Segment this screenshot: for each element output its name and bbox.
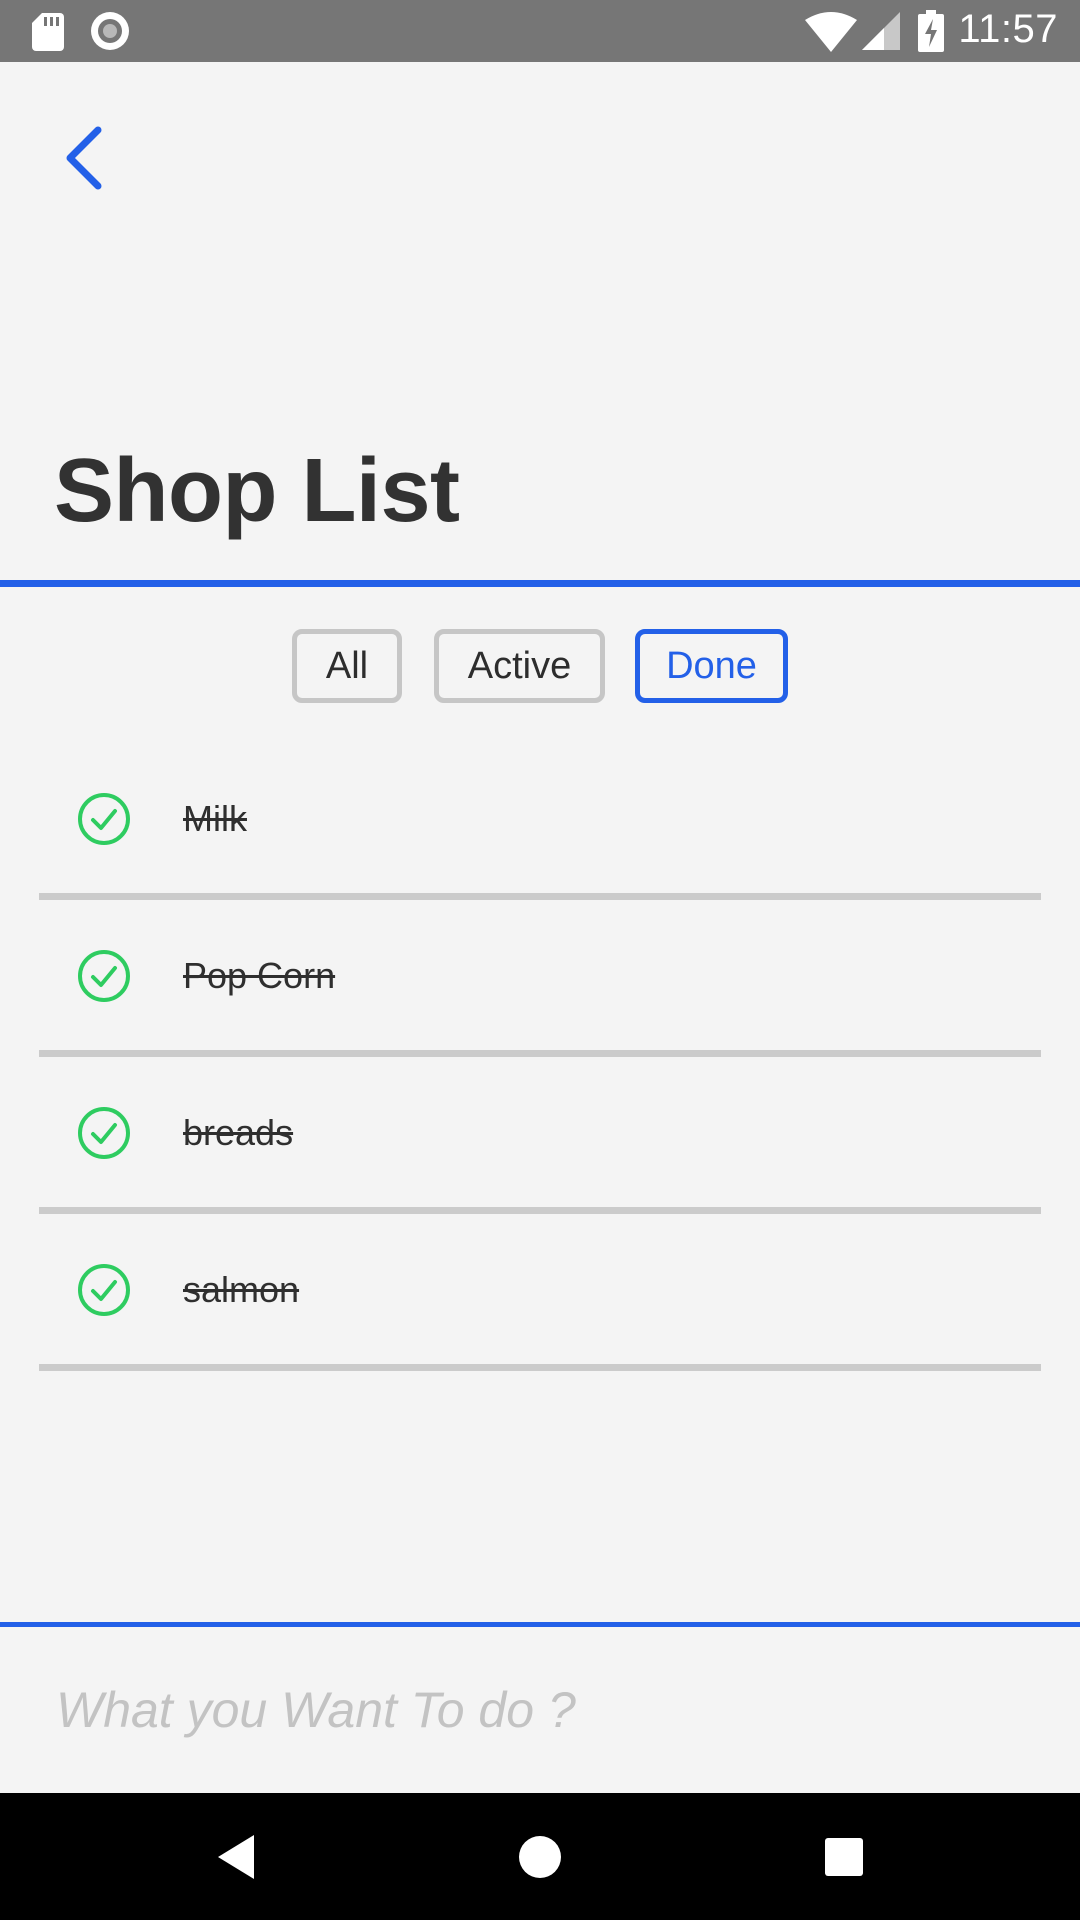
check-circle-icon[interactable] (77, 792, 131, 846)
item-label: Pop Corn (183, 955, 336, 996)
check-circle-icon[interactable] (77, 949, 131, 1003)
signal-icon (862, 12, 900, 50)
item-divider (39, 893, 1041, 900)
item-divider (39, 1050, 1041, 1057)
status-time: 11:57 (958, 7, 1058, 51)
item-label: Milk (183, 798, 247, 839)
list-item[interactable]: breads (0, 1057, 1080, 1214)
new-todo-input[interactable] (0, 1627, 1080, 1793)
filter-active-button[interactable]: Active (434, 629, 605, 703)
nav-back-icon (218, 1834, 254, 1879)
nav-recents-icon (825, 1837, 863, 1876)
nav-back-button[interactable] (176, 1793, 296, 1920)
record-icon (91, 12, 129, 50)
title-divider (0, 580, 1080, 587)
nav-home-icon (519, 1835, 561, 1878)
sd-card-icon (32, 13, 64, 51)
check-circle-icon[interactable] (77, 1106, 131, 1160)
list-item[interactable]: Milk (0, 743, 1080, 900)
list-item[interactable]: salmon (0, 1214, 1080, 1371)
item-label: salmon (183, 1269, 300, 1310)
todo-list: Milk Pop Corn breads salmon (0, 743, 1080, 1371)
check-circle-icon[interactable] (77, 1263, 131, 1317)
back-button[interactable] (54, 118, 114, 198)
filter-all-button[interactable]: All (292, 629, 402, 703)
status-bar: 11:57 (0, 0, 1080, 62)
item-label: breads (183, 1112, 294, 1153)
wifi-icon (805, 12, 857, 52)
page-title: Shop List (54, 441, 460, 541)
nav-home-button[interactable] (480, 1793, 600, 1920)
battery-charging-icon (918, 10, 944, 52)
item-divider (39, 1207, 1041, 1214)
filter-done-button[interactable]: Done (635, 629, 788, 703)
nav-recents-button[interactable] (784, 1793, 904, 1920)
item-divider (39, 1364, 1041, 1371)
list-item[interactable]: Pop Corn (0, 900, 1080, 1057)
navigation-bar (0, 1793, 1080, 1920)
chevron-left-icon (66, 126, 102, 190)
